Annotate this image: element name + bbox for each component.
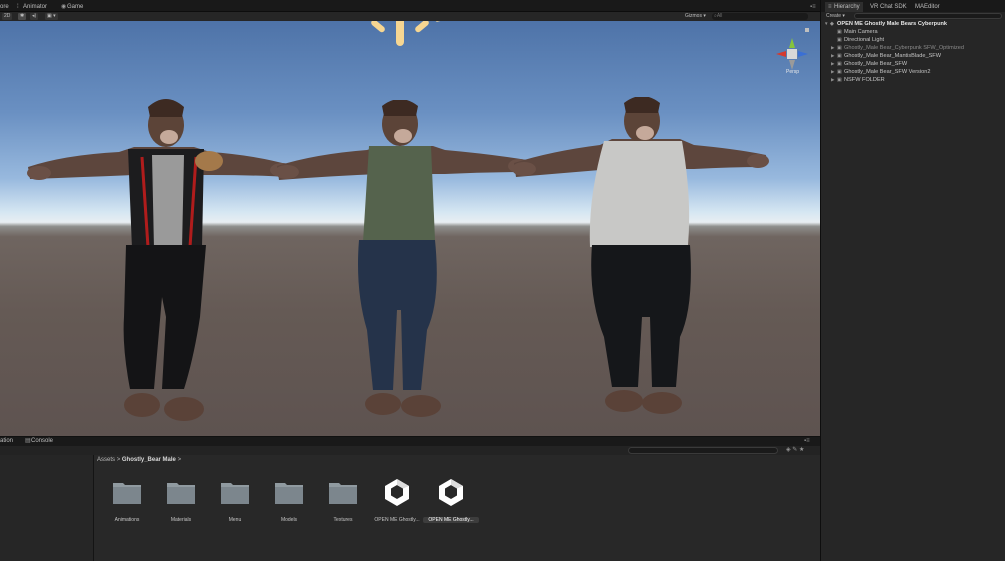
asset-folder-animations[interactable]: Animations: [99, 477, 155, 527]
unity-scene-icon: [385, 479, 409, 506]
panel-menu-icon[interactable]: ▪≡: [810, 2, 816, 12]
prefab-icon: ▣: [837, 53, 842, 59]
unity-scene-small-icon: ◈: [830, 21, 834, 27]
folder-icon: [275, 483, 303, 504]
hierarchy-item[interactable]: ▶ ▣ NSFW FOLDER: [831, 76, 885, 84]
effects-dropdown-icon[interactable]: ▣ ▾: [45, 13, 58, 20]
tab-animator[interactable]: ⁞ Animator: [17, 2, 47, 12]
scene-toolbar: 2D ✱ ◂) ▣ ▾ Gizmos ▾ ⌕All: [0, 12, 820, 21]
project-search-input[interactable]: [628, 447, 778, 454]
scene-search-input[interactable]: ⌕All: [712, 13, 808, 20]
breadcrumb: Assets > Ghostly_Bear Male >: [97, 457, 182, 463]
tab-maeditor[interactable]: MAEditor: [915, 2, 940, 12]
tab-scene-partial[interactable]: ore: [0, 2, 9, 12]
unity-scene-icon: [439, 479, 463, 506]
tab-console[interactable]: ▤Console: [25, 437, 53, 446]
hierarchy-item[interactable]: ▶ ▣ Ghostly_Male Bear_Cyberpunk SFW_Optimi…: [831, 44, 964, 52]
asset-scene-open-me-2-selected[interactable]: OPEN ME Ghostly...: [423, 477, 479, 527]
audio-toggle-icon[interactable]: ◂): [30, 13, 39, 20]
bear-avatar-green-tank[interactable]: [275, 100, 530, 422]
scene-orientation-gizmo[interactable]: [770, 24, 814, 88]
hierarchy-item[interactable]: ▶ ▣ Ghostly_Male Bear_MantisBlade_SFW: [831, 52, 941, 60]
create-dropdown[interactable]: Create ▾: [826, 12, 845, 20]
hierarchy-item[interactable]: ▣ Directional Light: [831, 36, 884, 44]
breadcrumb-current[interactable]: Ghostly_Bear Male: [122, 457, 176, 463]
hierarchy-item[interactable]: ▶ ▣ Ghostly_Male Bear_SFW: [831, 60, 907, 68]
prefab-icon: ▣: [837, 45, 842, 51]
hierarchy-search-input[interactable]: [854, 13, 1002, 19]
asset-folder-textures[interactable]: Textures: [315, 477, 371, 527]
tab-vrchat-sdk[interactable]: VR Chat SDK: [870, 2, 907, 12]
2d-toggle-button[interactable]: 2D: [2, 13, 13, 20]
hierarchy-scene-root[interactable]: ▼ ◈ OPEN ME Ghostly Male Bears Cyberpunk: [824, 20, 947, 28]
tab-hierarchy[interactable]: ≡ Hierarchy: [825, 2, 863, 12]
folder-icon: [167, 483, 195, 504]
asset-scene-open-me-1[interactable]: OPEN ME Ghostly...: [369, 477, 425, 527]
bottom-tab-strip: ation ▤Console ▪≡: [0, 437, 820, 446]
project-folder-tree[interactable]: [0, 455, 94, 561]
breadcrumb-assets[interactable]: Assets: [97, 457, 115, 463]
filter-icons[interactable]: ◈ ✎ ★: [786, 446, 804, 455]
gameobject-icon: ▣: [837, 37, 842, 43]
tab-animation-partial[interactable]: ation: [0, 437, 13, 446]
project-toolbar: ◈ ✎ ★: [0, 446, 820, 455]
hierarchy-toolbar: Create ▾: [821, 12, 1005, 20]
gameobject-icon: ▣: [837, 77, 842, 83]
asset-folder-materials[interactable]: Materials: [153, 477, 209, 527]
folder-icon: [329, 483, 357, 504]
perspective-label[interactable]: Persp: [786, 69, 799, 75]
prefab-icon: ▣: [837, 61, 842, 67]
hierarchy-item[interactable]: ▶ ▣ Ghostly_Male Bear_SFW Version2: [831, 68, 930, 76]
folder-icon: [221, 483, 249, 504]
folder-icon: [113, 483, 141, 504]
project-panel: ation ▤Console ▪≡ ◈ ✎ ★ Assets > Ghostly…: [0, 436, 820, 561]
hierarchy-panel: ≡ Hierarchy VR Chat SDK MAEditor Create ▾…: [820, 0, 1005, 561]
panel-lock-icon[interactable]: ▪≡: [804, 437, 810, 446]
asset-folder-models[interactable]: Models: [261, 477, 317, 527]
prefab-icon: ▣: [837, 69, 842, 75]
scene-view[interactable]: 2D ✱ ◂) ▣ ▾ Gizmos ▾ ⌕All Persp: [0, 12, 820, 436]
hierarchy-item[interactable]: ▣ Main Camera: [831, 28, 878, 36]
gameobject-icon: ▣: [837, 29, 842, 35]
bear-avatar-grey-tank[interactable]: [512, 97, 770, 415]
bear-avatar-cyberpunk[interactable]: [24, 97, 314, 427]
lighting-toggle-icon[interactable]: ✱: [18, 13, 27, 20]
gizmos-dropdown[interactable]: Gizmos ▾: [683, 13, 708, 20]
tab-game[interactable]: ◉Game: [61, 2, 83, 12]
asset-folder-menu[interactable]: Menu: [207, 477, 263, 527]
hierarchy-tab-strip: ≡ Hierarchy VR Chat SDK MAEditor: [821, 0, 1005, 12]
